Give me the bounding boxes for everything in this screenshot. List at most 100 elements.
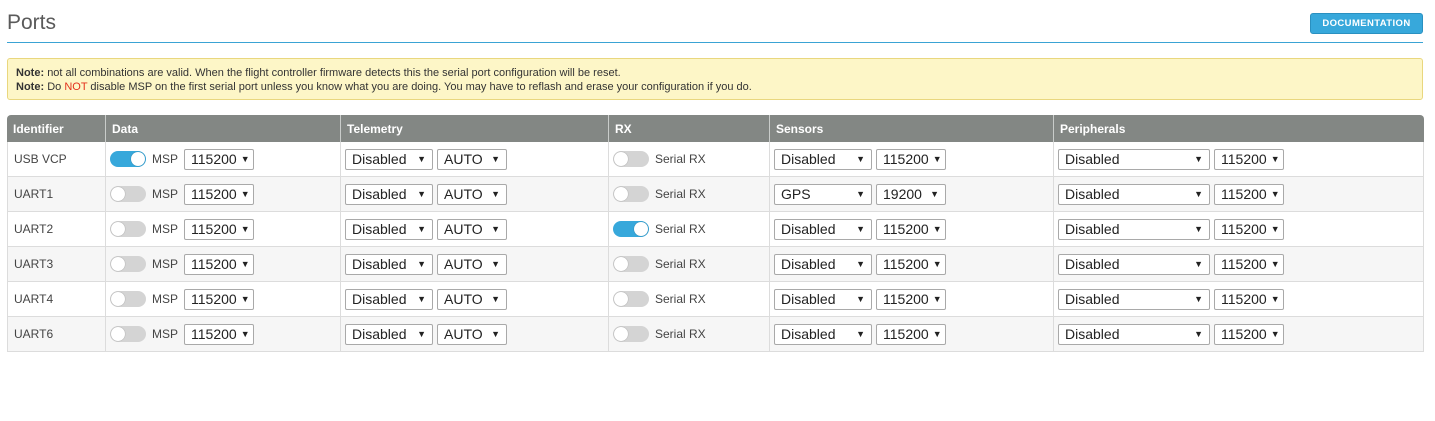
data-baud-select[interactable]: 115200 ▼ (184, 323, 255, 345)
msp-label: MSP (152, 222, 179, 236)
msp-toggle[interactable] (110, 186, 146, 202)
note-not-emphasis: NOT (64, 81, 88, 93)
telemetry-baud-select[interactable]: AUTO ▼ (437, 253, 507, 275)
identifier-label: UART2 (14, 222, 54, 236)
dropdown-arrow-icon: ▼ (491, 224, 500, 234)
peripherals-baud-select[interactable]: 115200 ▼ (1214, 253, 1284, 275)
dropdown-arrow-icon: ▼ (932, 329, 942, 339)
dropdown-arrow-icon: ▼ (240, 259, 250, 269)
dropdown-arrow-icon: ▼ (240, 154, 250, 164)
peripherals-select[interactable]: Disabled ▼ (1058, 253, 1210, 275)
table-row: UART4 MSP 115200 ▼ Disabled ▼ AUTO ▼ Serial… (7, 282, 1424, 317)
peripherals-baud-select[interactable]: 115200 ▼ (1214, 183, 1284, 205)
sensors-select[interactable]: Disabled ▼ (774, 323, 872, 345)
peripherals-select[interactable]: Disabled ▼ (1058, 288, 1210, 310)
dropdown-arrow-icon: ▼ (240, 189, 250, 199)
dropdown-arrow-icon: ▼ (856, 294, 865, 304)
telemetry-select[interactable]: Disabled ▼ (345, 288, 433, 310)
peripherals-baud-select[interactable]: 115200 ▼ (1214, 288, 1284, 310)
port-identifier: UART1 (7, 177, 106, 212)
msp-label: MSP (152, 187, 179, 201)
peripherals-select[interactable]: Disabled ▼ (1058, 148, 1210, 170)
telemetry-select[interactable]: Disabled ▼ (345, 218, 433, 240)
table-row: USB VCP MSP 115200 ▼ Disabled ▼ AUTO ▼ Seri… (7, 142, 1424, 177)
sensors-select[interactable]: Disabled ▼ (774, 253, 872, 275)
dropdown-arrow-icon: ▼ (417, 189, 426, 199)
msp-toggle[interactable] (110, 221, 146, 237)
sensors-baud-select[interactable]: 115200 ▼ (876, 253, 946, 275)
data-baud-select[interactable]: 115200 ▼ (184, 148, 255, 170)
col-peripherals: Peripherals (1054, 115, 1424, 142)
dropdown-arrow-icon: ▼ (856, 329, 865, 339)
sensors-baud-select[interactable]: 115200 ▼ (876, 323, 946, 345)
sensors-select[interactable]: Disabled ▼ (774, 218, 872, 240)
dropdown-arrow-icon: ▼ (1194, 154, 1203, 164)
dropdown-arrow-icon: ▼ (417, 294, 426, 304)
serial-rx-toggle[interactable] (613, 186, 649, 202)
sensors-select[interactable]: Disabled ▼ (774, 148, 872, 170)
col-identifier: Identifier (7, 115, 106, 142)
note-label: Note (16, 81, 41, 93)
telemetry-baud-select[interactable]: AUTO ▼ (437, 288, 507, 310)
table-row: UART6 MSP 115200 ▼ Disabled ▼ AUTO ▼ Serial… (7, 317, 1424, 352)
serial-rx-toggle[interactable] (613, 151, 649, 167)
serial-rx-toggle[interactable] (613, 291, 649, 307)
msp-toggle[interactable] (110, 326, 146, 342)
serial-rx-toggle[interactable] (613, 221, 649, 237)
port-identifier: UART6 (7, 317, 106, 352)
dropdown-arrow-icon: ▼ (932, 259, 942, 269)
table-row: UART3 MSP 115200 ▼ Disabled ▼ AUTO ▼ Serial… (7, 247, 1424, 282)
port-identifier: UART2 (7, 212, 106, 247)
documentation-button[interactable]: DOCUMENTATION (1310, 13, 1423, 34)
msp-toggle[interactable] (110, 151, 146, 167)
dropdown-arrow-icon: ▼ (491, 259, 500, 269)
dropdown-arrow-icon: ▼ (856, 154, 865, 164)
identifier-label: USB VCP (14, 152, 67, 166)
data-baud-select[interactable]: 115200 ▼ (184, 183, 255, 205)
peripherals-baud-select[interactable]: 115200 ▼ (1214, 323, 1284, 345)
dropdown-arrow-icon: ▼ (491, 329, 500, 339)
dropdown-arrow-icon: ▼ (1194, 224, 1203, 234)
port-identifier: UART4 (7, 282, 106, 317)
telemetry-baud-select[interactable]: AUTO ▼ (437, 218, 507, 240)
data-baud-select[interactable]: 115200 ▼ (184, 288, 255, 310)
telemetry-select[interactable]: Disabled ▼ (345, 183, 433, 205)
table-row: UART1 MSP 115200 ▼ Disabled ▼ AUTO ▼ Serial… (7, 177, 1424, 212)
peripherals-baud-select[interactable]: 115200 ▼ (1214, 148, 1284, 170)
sensors-select[interactable]: Disabled ▼ (774, 288, 872, 310)
identifier-label: UART1 (14, 187, 54, 201)
identifier-label: UART6 (14, 327, 54, 341)
msp-toggle[interactable] (110, 291, 146, 307)
serial-rx-toggle[interactable] (613, 256, 649, 272)
telemetry-baud-select[interactable]: AUTO ▼ (437, 183, 507, 205)
col-rx: RX (609, 115, 770, 142)
serial-rx-toggle[interactable] (613, 326, 649, 342)
sensors-select[interactable]: GPS ▼ (774, 183, 872, 205)
data-baud-select[interactable]: 115200 ▼ (184, 253, 255, 275)
peripherals-baud-select[interactable]: 115200 ▼ (1214, 218, 1284, 240)
data-baud-select[interactable]: 115200 ▼ (184, 218, 255, 240)
peripherals-select[interactable]: Disabled ▼ (1058, 323, 1210, 345)
sensors-baud-select[interactable]: 115200 ▼ (876, 218, 946, 240)
sensors-baud-select[interactable]: 115200 ▼ (876, 288, 946, 310)
table-row: UART2 MSP 115200 ▼ Disabled ▼ AUTO ▼ Serial… (7, 212, 1424, 247)
col-sensors: Sensors (770, 115, 1054, 142)
peripherals-select[interactable]: Disabled ▼ (1058, 218, 1210, 240)
dropdown-arrow-icon: ▼ (1270, 154, 1280, 164)
telemetry-baud-select[interactable]: AUTO ▼ (437, 148, 507, 170)
msp-toggle[interactable] (110, 256, 146, 272)
dropdown-arrow-icon: ▼ (417, 259, 426, 269)
dropdown-arrow-icon: ▼ (856, 189, 865, 199)
dropdown-arrow-icon: ▼ (1194, 189, 1203, 199)
col-data: Data (106, 115, 341, 142)
peripherals-select[interactable]: Disabled ▼ (1058, 183, 1210, 205)
identifier-label: UART4 (14, 292, 54, 306)
telemetry-select[interactable]: Disabled ▼ (345, 148, 433, 170)
telemetry-select[interactable]: Disabled ▼ (345, 323, 433, 345)
telemetry-baud-select[interactable]: AUTO ▼ (437, 323, 507, 345)
dropdown-arrow-icon: ▼ (417, 224, 426, 234)
telemetry-select[interactable]: Disabled ▼ (345, 253, 433, 275)
sensors-baud-select[interactable]: 19200 ▼ (876, 183, 946, 205)
sensors-baud-select[interactable]: 115200 ▼ (876, 148, 946, 170)
page-header: Ports DOCUMENTATION (7, 0, 1423, 43)
